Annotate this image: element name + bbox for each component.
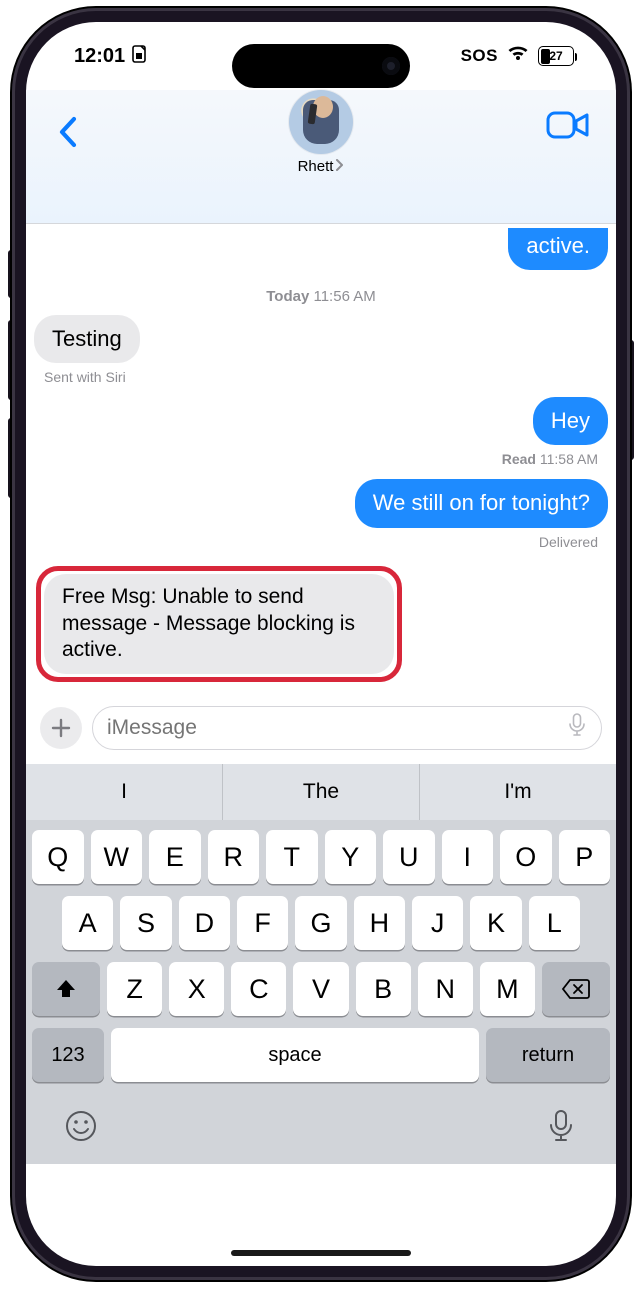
nav-header: Rhett	[26, 90, 616, 224]
message-input[interactable]	[107, 716, 567, 740]
key-r[interactable]: R	[208, 830, 260, 884]
received-bubble[interactable]: Testing	[34, 315, 140, 363]
key-w[interactable]: W	[91, 830, 143, 884]
sos-indicator: SOS	[461, 46, 498, 66]
dictate-icon[interactable]	[567, 712, 587, 744]
key-g[interactable]: G	[295, 896, 346, 950]
key-c[interactable]: C	[231, 962, 286, 1016]
message-field[interactable]	[92, 706, 602, 750]
suggestion-bar: I The I'm	[26, 764, 616, 820]
key-q[interactable]: Q	[32, 830, 84, 884]
contact-avatar[interactable]	[289, 90, 353, 154]
key-l[interactable]: L	[529, 896, 580, 950]
received-bubble[interactable]: Free Msg: Unable to send message - Messa…	[44, 574, 394, 675]
highlighted-annotation: Free Msg: Unable to send message - Messa…	[36, 566, 402, 683]
key-p[interactable]: P	[559, 830, 611, 884]
keyboard: I The I'm Q W E R T Y U I O P A	[26, 764, 616, 1164]
delivered-label: Delivered	[34, 534, 598, 550]
facetime-button[interactable]	[544, 108, 592, 142]
key-d[interactable]: D	[179, 896, 230, 950]
clock: 12:01	[74, 45, 125, 68]
back-button[interactable]	[46, 110, 90, 154]
key-z[interactable]: Z	[107, 962, 162, 1016]
key-k[interactable]: K	[470, 896, 521, 950]
key-x[interactable]: X	[169, 962, 224, 1016]
key-b[interactable]: B	[356, 962, 411, 1016]
key-return[interactable]: return	[486, 1028, 610, 1082]
dictate-button[interactable]	[540, 1105, 582, 1147]
sent-bubble[interactable]: active.	[508, 228, 608, 270]
key-u[interactable]: U	[383, 830, 435, 884]
chevron-right-icon	[335, 158, 344, 175]
dynamic-island	[232, 44, 410, 88]
message-meta: Sent with Siri	[44, 369, 608, 385]
attach-button[interactable]	[40, 707, 82, 749]
sent-bubble[interactable]: Hey	[533, 397, 608, 445]
key-j[interactable]: J	[412, 896, 463, 950]
key-t[interactable]: T	[266, 830, 318, 884]
key-h[interactable]: H	[354, 896, 405, 950]
read-receipt: Read 11:58 AM	[34, 451, 598, 467]
suggestion[interactable]: I'm	[419, 764, 616, 820]
key-a[interactable]: A	[62, 896, 113, 950]
key-numbers[interactable]: 123	[32, 1028, 104, 1082]
suggestion[interactable]: The	[222, 764, 419, 820]
key-e[interactable]: E	[149, 830, 201, 884]
contact-name-label: Rhett	[298, 158, 334, 175]
sent-bubble[interactable]: We still on for tonight?	[355, 479, 608, 527]
conversation: active. Today 11:56 AM Testing Sent with…	[26, 230, 616, 694]
compose-bar	[26, 694, 616, 764]
sim-icon	[131, 45, 147, 68]
key-i[interactable]: I	[442, 830, 494, 884]
battery-indicator: 27	[538, 46, 574, 66]
key-shift[interactable]	[32, 962, 100, 1016]
key-v[interactable]: V	[293, 962, 348, 1016]
key-m[interactable]: M	[480, 962, 535, 1016]
wifi-icon	[506, 44, 530, 68]
timestamp: Today 11:56 AM	[34, 288, 608, 305]
key-s[interactable]: S	[120, 896, 171, 950]
key-delete[interactable]	[542, 962, 610, 1016]
contact-name-button[interactable]: Rhett	[298, 158, 345, 175]
key-f[interactable]: F	[237, 896, 288, 950]
key-space[interactable]: space	[111, 1028, 479, 1082]
suggestion[interactable]: I	[26, 764, 222, 820]
key-n[interactable]: N	[418, 962, 473, 1016]
home-indicator[interactable]	[231, 1250, 411, 1256]
emoji-button[interactable]	[60, 1105, 102, 1147]
key-y[interactable]: Y	[325, 830, 377, 884]
key-o[interactable]: O	[500, 830, 552, 884]
